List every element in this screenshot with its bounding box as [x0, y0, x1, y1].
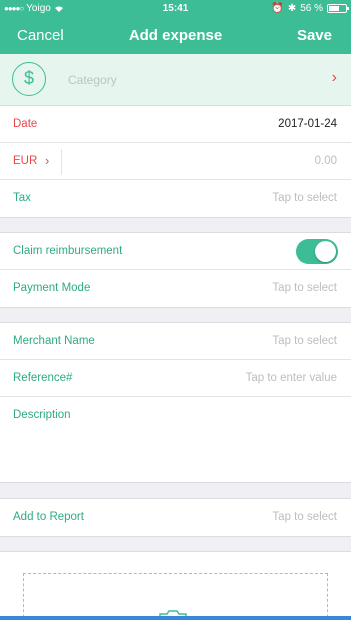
alarm-icon: ⏰ [271, 3, 284, 14]
amount-input[interactable]: 0.00 [315, 155, 337, 167]
payment-mode-label: Payment Mode [13, 282, 91, 294]
bluetooth-icon: ✱ [287, 3, 297, 14]
date-label: Date [13, 118, 38, 130]
battery-percent: 56 % [300, 3, 323, 14]
reference-label: Reference# [13, 372, 73, 384]
add-to-report-value: Tap to select [272, 511, 337, 523]
add-to-report-label: Add to Report [13, 511, 84, 523]
merchant-name-label: Merchant Name [13, 335, 95, 347]
claim-reimbursement-label: Claim reimbursement [13, 245, 123, 257]
status-right: ⏰ ✱ 56 % [271, 3, 349, 14]
claim-reimbursement-row: Claim reimbursement [0, 233, 351, 270]
details-group: Date 2017-01-24 EUR › 0.00 Tax Tap to se… [0, 105, 351, 218]
report-group: Add to Report Tap to select [0, 498, 351, 537]
merchant-name-value: Tap to select [272, 335, 337, 347]
navigation-bar: Cancel Add expense Save [0, 17, 351, 54]
description-field[interactable]: Description [0, 397, 351, 482]
description-label: Description [13, 409, 71, 421]
reference-row[interactable]: Reference# Tap to enter value [0, 360, 351, 397]
chevron-right-icon: › [45, 153, 50, 168]
merchant-name-row[interactable]: Merchant Name Tap to select [0, 323, 351, 360]
reference-input[interactable]: Tap to enter value [246, 372, 337, 384]
currency-selector[interactable]: EUR [13, 155, 37, 167]
status-bar: ●●●●○ Yoigo 15:41 ⏰ ✱ 56 % [0, 0, 351, 17]
payment-mode-row[interactable]: Payment Mode Tap to select [0, 270, 351, 307]
attachment-section [0, 551, 351, 620]
bottom-accent-bar [0, 616, 351, 620]
chevron-right-icon: › [331, 69, 337, 86]
date-row[interactable]: Date 2017-01-24 [0, 106, 351, 143]
save-button[interactable]: Save [297, 27, 332, 44]
reimbursement-group: Claim reimbursement Payment Mode Tap to … [0, 232, 351, 308]
category-selector[interactable]: $ Category › [0, 54, 351, 106]
battery-icon [327, 4, 349, 13]
payment-mode-value: Tap to select [272, 282, 337, 294]
merchant-group: Merchant Name Tap to select Reference# T… [0, 322, 351, 483]
date-value: 2017-01-24 [278, 118, 337, 130]
claim-reimbursement-toggle[interactable] [296, 239, 338, 264]
tax-value: Tap to select [272, 192, 337, 204]
toggle-knob [315, 241, 336, 262]
dollar-icon: $ [12, 62, 46, 96]
divider [61, 149, 62, 175]
tax-label: Tax [13, 192, 31, 204]
amount-row: EUR › 0.00 [0, 143, 351, 180]
add-to-report-row[interactable]: Add to Report Tap to select [0, 499, 351, 536]
tax-row[interactable]: Tax Tap to select [0, 180, 351, 217]
category-placeholder: Category [68, 73, 117, 87]
